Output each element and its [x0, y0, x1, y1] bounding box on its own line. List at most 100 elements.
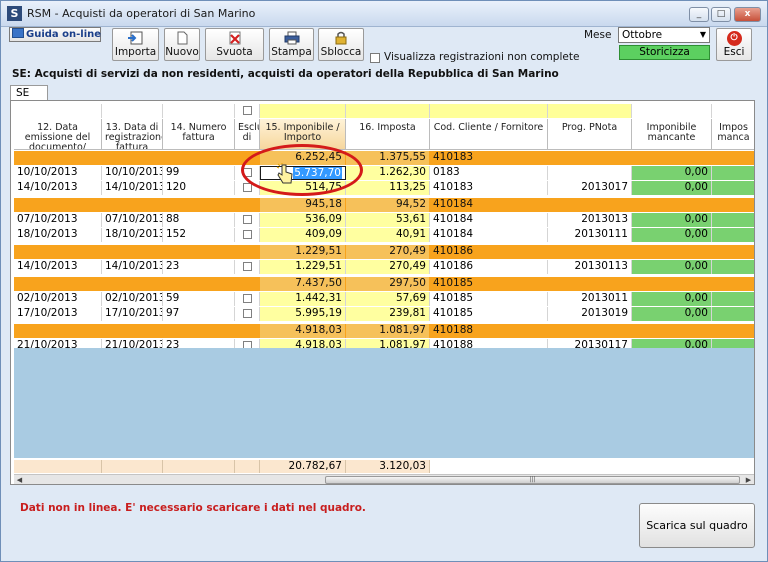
filter-cell[interactable] — [14, 104, 102, 118]
cell-num[interactable]: 88 — [163, 213, 235, 227]
cell-mancante[interactable] — [632, 324, 712, 338]
cell-data-reg[interactable]: 18/10/2013 — [102, 228, 163, 242]
cell-manca2[interactable] — [712, 181, 754, 195]
cell-pnota[interactable] — [548, 166, 632, 180]
column-header[interactable]: Esclu di — [235, 119, 260, 150]
cell-data-em[interactable] — [14, 245, 102, 259]
mese-select[interactable]: Ottobre ▼ — [618, 27, 710, 43]
cell-imponibile[interactable]: 1.442,31 — [260, 292, 346, 306]
cell-cod[interactable]: 410185 — [430, 277, 548, 291]
cell-data-em[interactable]: 02/10/2013 — [14, 292, 102, 306]
minimize-button[interactable]: _ — [689, 7, 709, 22]
cell-pnota[interactable] — [548, 324, 632, 338]
cell-imposta[interactable]: 297,50 — [346, 277, 430, 291]
cell-num[interactable]: 152 — [163, 228, 235, 242]
cell-cod[interactable]: 410183 — [430, 151, 548, 165]
cell-escl[interactable] — [235, 228, 260, 242]
filter-cell[interactable] — [712, 104, 754, 118]
cell-pnota[interactable] — [548, 198, 632, 212]
cell-escl[interactable] — [235, 307, 260, 321]
cell-cod[interactable]: 410185 — [430, 292, 548, 306]
escludi-checkbox[interactable] — [242, 309, 252, 318]
cell-mancante[interactable]: 0,00 — [632, 166, 712, 180]
cell-imponibile[interactable]: 1.229,51 — [260, 245, 346, 259]
cell-num[interactable]: 97 — [163, 307, 235, 321]
cell-escl[interactable] — [235, 213, 260, 227]
cell-cod[interactable]: 410186 — [430, 260, 548, 274]
cell-mancante[interactable]: 0,00 — [632, 228, 712, 242]
filter-cell[interactable] — [163, 104, 235, 118]
column-header[interactable]: Impos manca — [712, 119, 754, 150]
table-row[interactable]: 17/10/2013 17/10/2013 97 5.995,19 239,81 4101… — [14, 307, 754, 321]
cell-num[interactable] — [163, 277, 235, 291]
cell-cod[interactable]: 410186 — [430, 245, 548, 259]
scroll-thumb[interactable]: ||| — [325, 476, 740, 484]
cell-num[interactable]: 99 — [163, 166, 235, 180]
escludi-checkbox[interactable] — [242, 262, 252, 271]
cell-num[interactable] — [163, 151, 235, 165]
column-header[interactable]: Cod. Cliente / Fornitore — [430, 119, 548, 150]
cell-data-em[interactable] — [14, 324, 102, 338]
cell-imponibile[interactable]: 409,09 — [260, 228, 346, 242]
cell-imposta[interactable]: 57,69 — [346, 292, 430, 306]
escludi-checkbox[interactable] — [242, 215, 252, 224]
scroll-left-icon[interactable]: ◀ — [14, 475, 25, 484]
cell-data-reg[interactable]: 10/10/2013 — [102, 166, 163, 180]
cell-imponibile[interactable]: 5.995,19 — [260, 307, 346, 321]
cell-data-reg[interactable] — [102, 277, 163, 291]
cell-imposta[interactable]: 270,49 — [346, 245, 430, 259]
cell-data-em[interactable]: 18/10/2013 — [14, 228, 102, 242]
cell-imposta[interactable]: 113,25 — [346, 181, 430, 195]
cell-imposta[interactable]: 1.081,97 — [346, 324, 430, 338]
column-header[interactable]: 12. Data emissione del documento/ fattur… — [14, 119, 102, 150]
group-row[interactable]: 1.229,51 270,49 410186 — [14, 245, 754, 259]
cell-imposta[interactable]: 94,52 — [346, 198, 430, 212]
cell-mancante[interactable]: 0,00 — [632, 213, 712, 227]
cell-cod[interactable]: 410184 — [430, 228, 548, 242]
cell-escl[interactable] — [235, 292, 260, 306]
tab-se[interactable]: SE — [10, 85, 48, 101]
cell-imponibile[interactable]: 7.437,50 — [260, 277, 346, 291]
cell-mancante[interactable] — [632, 151, 712, 165]
cell-data-reg[interactable] — [102, 245, 163, 259]
guida-online-button[interactable]: Guida on-line — [9, 27, 101, 42]
cell-cod[interactable]: 410188 — [430, 324, 548, 338]
cell-data-reg[interactable]: 02/10/2013 — [102, 292, 163, 306]
cell-escl[interactable] — [235, 277, 260, 291]
cell-num[interactable] — [163, 324, 235, 338]
table-row[interactable]: 10/10/2013 10/10/2013 99 5.737,70 1.262,30 01… — [14, 166, 754, 180]
column-header[interactable]: 14. Numero fattura — [163, 119, 235, 150]
cell-pnota[interactable]: 20130111 — [548, 228, 632, 242]
cell-data-reg[interactable] — [102, 324, 163, 338]
table-row[interactable]: 14/10/2013 14/10/2013 23 1.229,51 270,49 4101… — [14, 260, 754, 274]
cell-num[interactable] — [163, 245, 235, 259]
cell-pnota[interactable] — [548, 277, 632, 291]
group-row[interactable]: 945,18 94,52 410184 — [14, 198, 754, 212]
cell-num[interactable]: 59 — [163, 292, 235, 306]
cell-manca2[interactable] — [712, 307, 754, 321]
sblocca-button[interactable]: Sblocca — [318, 28, 364, 61]
cell-pnota[interactable]: 2013017 — [548, 181, 632, 195]
nuovo-button[interactable]: Nuovo — [164, 28, 200, 61]
cell-manca2[interactable] — [712, 277, 754, 291]
filter-cell[interactable] — [102, 104, 163, 118]
escludi-checkbox[interactable] — [242, 230, 252, 239]
cell-data-reg[interactable]: 07/10/2013 — [102, 213, 163, 227]
cell-data-reg[interactable] — [102, 151, 163, 165]
cell-mancante[interactable] — [632, 198, 712, 212]
table-row[interactable]: 02/10/2013 02/10/2013 59 1.442,31 57,69 41018… — [14, 292, 754, 306]
cell-manca2[interactable] — [712, 166, 754, 180]
cell-data-reg[interactable]: 14/10/2013 — [102, 260, 163, 274]
esci-button[interactable]: ⏻ Esci — [716, 28, 752, 61]
cell-data-em[interactable] — [14, 198, 102, 212]
cell-cod[interactable]: 410185 — [430, 307, 548, 321]
cell-cod[interactable]: 410183 — [430, 181, 548, 195]
group-row[interactable]: 6.252,45 1.375,55 410183 — [14, 151, 754, 165]
filter-cell[interactable] — [548, 104, 632, 118]
table-row[interactable]: 07/10/2013 07/10/2013 88 536,09 53,61 410184 2… — [14, 213, 754, 227]
cell-manca2[interactable] — [712, 260, 754, 274]
cell-data-em[interactable]: 14/10/2013 — [14, 260, 102, 274]
cell-data-em[interactable]: 17/10/2013 — [14, 307, 102, 321]
cell-pnota[interactable]: 2013011 — [548, 292, 632, 306]
column-header[interactable]: 16. Imposta — [346, 119, 430, 150]
